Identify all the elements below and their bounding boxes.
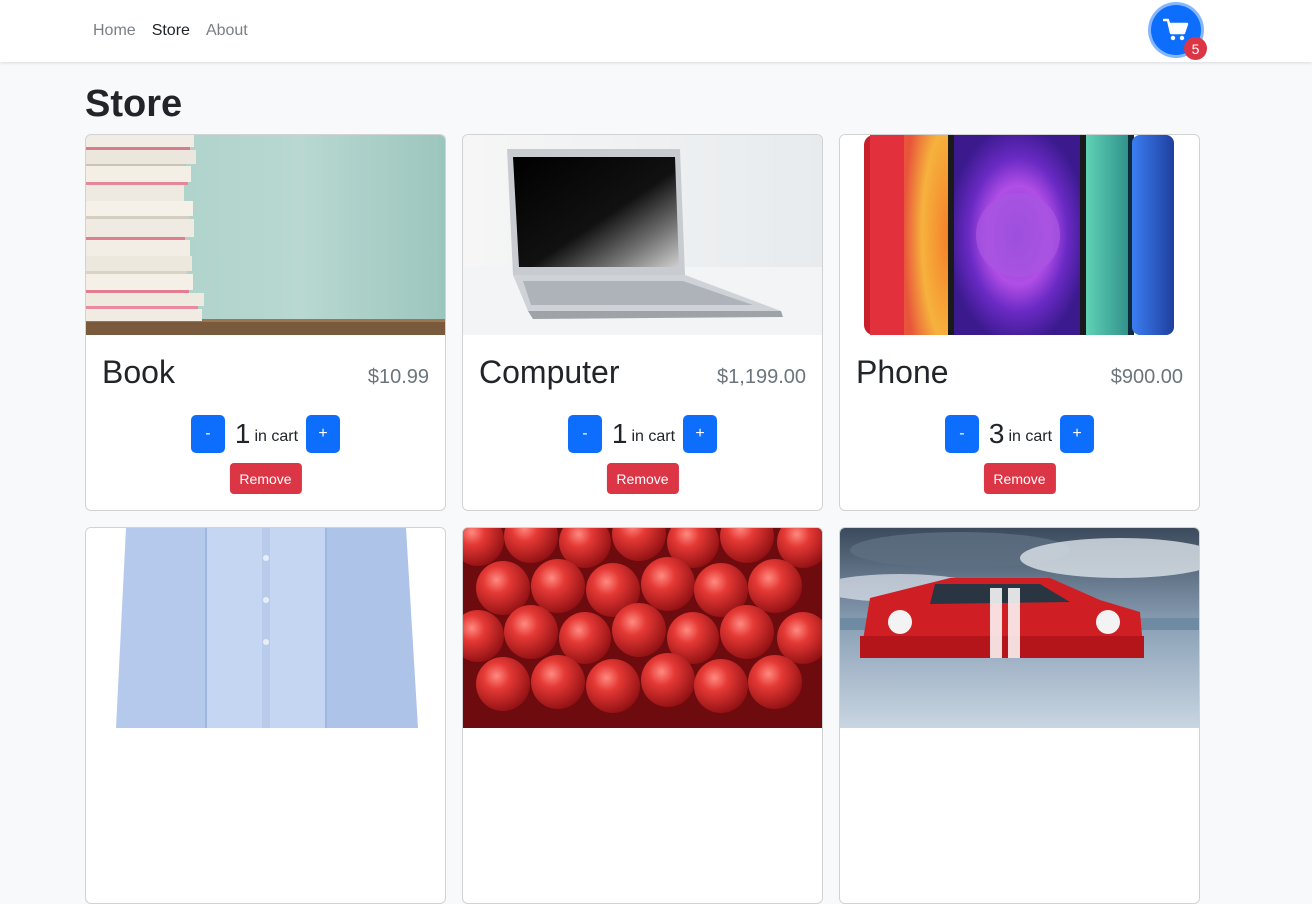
decrement-button[interactable]: - xyxy=(190,415,225,453)
in-cart-label: in cart xyxy=(631,428,676,445)
product-image-shirt xyxy=(86,528,445,728)
cart-quantity: 1 xyxy=(234,418,251,449)
quantity-controls: - 3 in cart + xyxy=(840,415,1199,453)
remove-button[interactable]: Remove xyxy=(983,463,1056,494)
decrement-button[interactable]: - xyxy=(944,415,979,453)
nav-link-store[interactable]: Store xyxy=(144,22,198,40)
remove-button[interactable]: Remove xyxy=(606,463,679,494)
nav-link-home[interactable]: Home xyxy=(85,22,144,40)
product-price: $900.00 xyxy=(1110,366,1183,388)
increment-button[interactable]: + xyxy=(683,415,718,453)
product-card-car xyxy=(839,527,1200,904)
product-price: $10.99 xyxy=(367,366,429,388)
product-image-computer xyxy=(463,135,822,335)
product-price: $1,199.00 xyxy=(717,366,806,388)
product-card-computer: Computer $1,199.00 - 1 in cart + Remove xyxy=(462,134,823,511)
decrement-button[interactable]: - xyxy=(567,415,602,453)
product-card-book: Book $10.99 - 1 in cart + Remove xyxy=(85,134,446,511)
increment-button[interactable]: + xyxy=(306,415,341,453)
product-name: Book xyxy=(102,354,175,390)
product-image-apples xyxy=(463,528,822,728)
shopping-cart-icon xyxy=(1163,18,1189,41)
cart-button[interactable]: 5 xyxy=(1151,5,1207,60)
product-image-car xyxy=(840,528,1199,728)
product-image-book xyxy=(86,135,445,335)
product-image-phone xyxy=(840,135,1199,335)
cart-quantity: 3 xyxy=(988,418,1005,449)
product-name: Phone xyxy=(856,354,949,390)
increment-button[interactable]: + xyxy=(1060,415,1095,453)
product-card-apples xyxy=(462,527,823,904)
quantity-controls: - 1 in cart + xyxy=(463,415,822,453)
quantity-controls: - 1 in cart + xyxy=(86,415,445,453)
remove-button[interactable]: Remove xyxy=(229,463,302,494)
product-card-phone: Phone $900.00 - 3 in cart + Remove xyxy=(839,134,1200,511)
in-cart-label: in cart xyxy=(254,428,299,445)
top-navbar: Home Store About 5 xyxy=(0,0,1312,62)
product-grid: Book $10.99 - 1 in cart + Remove Compute… xyxy=(85,134,1200,904)
product-card-shirt xyxy=(85,527,446,904)
in-cart-label: in cart xyxy=(1008,428,1053,445)
cart-count-badge: 5 xyxy=(1184,37,1207,60)
page-title: Store xyxy=(85,83,183,125)
product-name: Computer xyxy=(479,354,620,390)
nav-link-about[interactable]: About xyxy=(198,22,256,40)
cart-quantity: 1 xyxy=(611,418,628,449)
nav-links: Home Store About xyxy=(85,0,256,62)
